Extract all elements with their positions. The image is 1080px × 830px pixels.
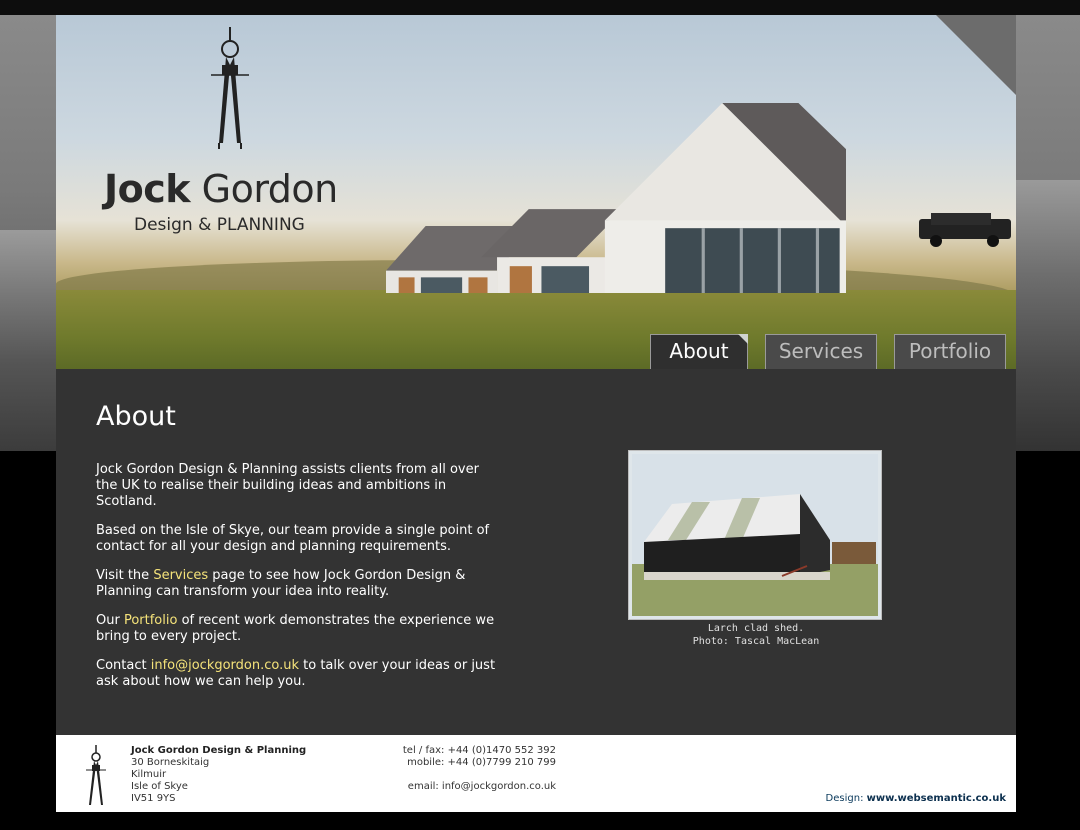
about-paragraph-1: Jock Gordon Design & Planning assists cl… [96,462,479,509]
banner-corner-fold [936,15,1016,95]
paragraph-text: Our [96,613,124,628]
logo-title: Jock Gordon [104,167,384,211]
services-link[interactable]: Services [153,568,208,583]
design-credit: Design: www.websemantic.co.uk [826,793,1006,804]
portfolio-link[interactable]: Portfolio [124,613,177,628]
top-bar [0,0,1080,15]
shed-photo-frame [628,450,882,620]
drafting-compass-icon [211,27,249,149]
footer-contact: tel / fax: +44 (0)1470 552 392 mobile: +… [356,745,556,793]
caption-line-1: Larch clad shed. [707,623,805,634]
shed-photo-image [632,454,878,616]
drafting-compass-icon [86,745,106,805]
footer-tel: tel / fax: +44 (0)1470 552 392 [402,745,556,756]
page-title: About [96,401,176,432]
main-content: About Jock Gordon Design & Planning assi… [56,369,1016,735]
logo-title-rest: Gordon [190,167,339,211]
tab-portfolio[interactable]: Portfolio [894,334,1006,369]
photo-caption: Larch clad shed. Photo: Tascal MacLean [628,622,884,648]
header-banner: Jock Gordon Design & PLANNING About Serv… [56,15,1016,369]
about-paragraph-2: Based on the Isle of Skye, our team prov… [96,523,490,554]
background-hills-right [1016,180,1080,451]
footer-company-name: Jock Gordon Design & Planning [131,745,307,756]
tab-about[interactable]: About [650,334,748,369]
about-paragraph-4: Our Portfolio of recent work demonstrate… [96,613,496,645]
logo-title-bold: Jock [104,167,191,211]
tab-services[interactable]: Services [765,334,877,369]
about-text: Jock Gordon Design & Planning assists cl… [96,462,496,703]
footer-spacer [356,769,556,781]
address-line: Isle of Skye [131,781,188,792]
page-container: Jock Gordon Design & PLANNING About Serv… [56,15,1016,812]
background-hills-left [0,230,60,451]
banner-car-image [919,213,1011,247]
credit-link[interactable]: www.websemantic.co.uk [867,793,1006,804]
shed-photo [632,454,878,616]
email-link[interactable]: info@jockgordon.co.uk [151,658,299,673]
paragraph-text: Visit the [96,568,154,583]
logo-subtitle: Design & PLANNING [134,215,305,235]
about-paragraph-3: Visit the Services page to see how Jock … [96,568,496,600]
address-line: Kilmuir [131,769,167,780]
footer-email[interactable]: email: info@jockgordon.co.uk [356,781,556,793]
footer: Jock Gordon Design & Planning 30 Bornesk… [56,735,1016,812]
banner-house-image [386,103,846,293]
credit-label: Design: [825,793,867,804]
site-logo[interactable]: Jock Gordon Design & PLANNING [104,25,384,245]
caption-line-2: Photo: Tascal MacLean [692,636,820,647]
address-line: 30 Borneskitaig [131,757,210,768]
footer-mobile: mobile: +44 (0)7799 210 799 [407,757,556,768]
paragraph-text: Contact [96,658,151,673]
about-paragraph-5: Contact info@jockgordon.co.uk to talk ov… [96,658,496,690]
address-line: IV51 9YS [131,793,176,804]
footer-address: Jock Gordon Design & Planning 30 Bornesk… [131,745,351,805]
